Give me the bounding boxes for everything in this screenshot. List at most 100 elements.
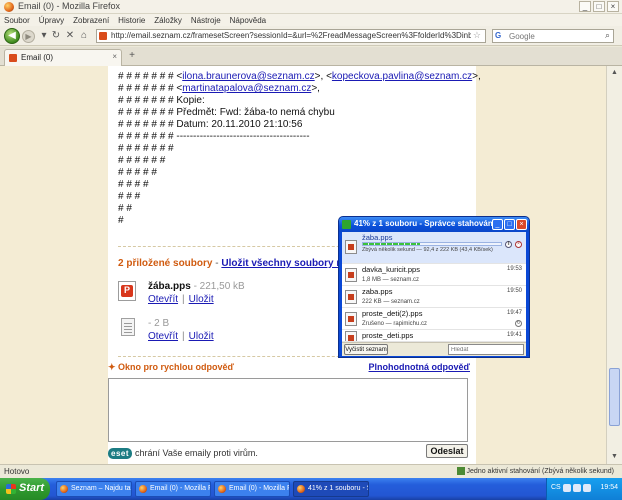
email-link-braunerova[interactable]: ilona.braunerova@seznam.cz	[182, 71, 314, 82]
scroll-down-icon[interactable]: ▼	[609, 451, 620, 462]
bookmark-star-icon[interactable]: ☆	[473, 30, 481, 41]
download-icon	[456, 467, 465, 475]
message-line: # # # # # #	[118, 155, 166, 166]
download-manager-footer: Vyčistit seznam	[342, 342, 526, 356]
menu-tools[interactable]: Nástroje	[191, 16, 221, 25]
tray-icon[interactable]	[563, 484, 571, 492]
text-file-icon	[121, 318, 135, 336]
new-tab-icon[interactable]: +	[126, 50, 138, 64]
download-manager-titlebar[interactable]: 41% z 1 souboru - Správce stahování _ □ …	[339, 217, 529, 232]
download-item[interactable]: proste_deti.pps 19:41	[342, 330, 526, 342]
full-reply-link[interactable]: Plnohodnotná odpověď	[369, 362, 470, 372]
minimize-button[interactable]: _	[579, 1, 591, 12]
taskbar-item[interactable]: Email (0) - Mozilla Fire...	[135, 481, 211, 497]
message-line: # # # # # # # Datum: 20.11.2010 21:10:56	[118, 119, 303, 130]
seznam-favicon	[9, 54, 17, 62]
tab-label: Email (0)	[21, 53, 54, 62]
retry-icon[interactable]: ↻	[515, 320, 522, 327]
email-link-tapalova[interactable]: martinatapalova@seznam.cz	[182, 83, 311, 94]
menu-help[interactable]: Nápověda	[230, 16, 266, 25]
pause-icon[interactable]: ‖	[505, 241, 512, 248]
firefox-window: Email (0) - Mozilla Firefox _ □ × Soubor…	[0, 0, 622, 500]
back-button[interactable]: ◀	[4, 28, 20, 44]
dl-close-button[interactable]: ×	[516, 219, 527, 230]
search-icon[interactable]: ⌕	[605, 30, 610, 41]
pps-file-icon	[345, 312, 357, 326]
cancel-icon[interactable]: ×	[515, 241, 522, 248]
save-attachment-link[interactable]: Uložit	[189, 331, 214, 342]
clock: 19:54	[600, 484, 618, 491]
search-bar[interactable]: G ⌕	[492, 29, 614, 43]
reload-icon[interactable]: ↻	[50, 30, 62, 42]
open-attachment-link[interactable]: Otevřít	[148, 294, 178, 305]
menu-history[interactable]: Historie	[118, 16, 145, 25]
dropdown-arrow-icon[interactable]: ▾	[38, 30, 50, 42]
tray-icon[interactable]	[573, 484, 581, 492]
open-attachment-link[interactable]: Otevřít	[148, 331, 178, 342]
taskbar-item[interactable]: Email (0) - Mozilla Fire...	[214, 481, 290, 497]
taskbar-item[interactable]: Seznam – Najdu tam...	[56, 481, 132, 497]
stop-icon[interactable]: ✕	[64, 30, 76, 42]
message-line: # # #	[118, 191, 141, 202]
message-line: # # # # # # # Předmět: Fwd: žába-to nemá…	[118, 107, 335, 118]
download-manager-window: 41% z 1 souboru - Správce stahování _ □ …	[338, 216, 530, 358]
close-tab-icon[interactable]: ×	[112, 52, 117, 61]
dl-minimize-button[interactable]: _	[492, 219, 503, 230]
taskbar-item-active[interactable]: 41% z 1 souboru - Sp...	[293, 481, 369, 497]
menu-edit[interactable]: Úpravy	[39, 16, 64, 25]
attachment-name: - 2 B	[148, 318, 170, 329]
navigation-toolbar: ◀ ▶ ▾ ↻ ✕ ⌂ http://email.seznam.cz/frame…	[0, 26, 622, 46]
scroll-up-icon[interactable]: ▲	[609, 67, 620, 78]
menu-bookmarks[interactable]: Záložky	[154, 16, 182, 25]
forward-button[interactable]: ▶	[22, 30, 35, 43]
download-manager-icon	[342, 220, 351, 229]
attachment-actions: Otevřít | Uložit	[148, 331, 214, 342]
download-manager-title: 41% z 1 souboru - Správce stahování	[354, 219, 495, 228]
send-button[interactable]: Odeslat	[426, 444, 468, 458]
pps-file-icon	[345, 331, 357, 341]
url-text[interactable]: http://email.seznam.cz/framesetScreen?se…	[111, 31, 471, 40]
start-button[interactable]: Start	[0, 478, 50, 500]
message-line: # #	[118, 203, 132, 214]
dl-maximize-button[interactable]: □	[504, 219, 515, 230]
home-icon[interactable]: ⌂	[78, 30, 90, 42]
pps-file-icon	[345, 290, 357, 304]
tray-icon[interactable]	[583, 484, 591, 492]
windows-logo-icon	[6, 484, 16, 494]
status-text: Hotovo	[4, 467, 30, 476]
email-link-kopeckova[interactable]: kopeckova.pavlina@seznam.cz	[332, 71, 472, 82]
attachment-actions: Otevřít | Uložit	[148, 294, 214, 305]
page-scrollbar[interactable]: ▲ ▼	[606, 66, 622, 464]
download-search-input[interactable]	[448, 344, 524, 355]
save-attachment-link[interactable]: Uložit	[189, 294, 214, 305]
eset-logo: eset	[108, 447, 133, 459]
maximize-button[interactable]: □	[593, 1, 605, 12]
scroll-thumb[interactable]	[609, 368, 620, 426]
pps-file-icon	[345, 268, 357, 282]
quick-reply-header: ✦ Okno pro rychlou odpověď Plnohodnotná …	[108, 362, 476, 376]
language-indicator[interactable]: CS	[551, 484, 561, 491]
google-icon[interactable]: G	[495, 31, 501, 40]
menu-file[interactable]: Soubor	[4, 16, 30, 25]
close-window-button[interactable]: ×	[607, 1, 619, 12]
url-bar[interactable]: http://email.seznam.cz/framesetScreen?se…	[96, 29, 486, 43]
download-item[interactable]: proste_deti(2).pps Zrušeno — rapimichu.c…	[342, 308, 526, 330]
download-item-active[interactable]: žaba.pps ‖ × Zbývá několik sekund — 92,4…	[342, 232, 526, 264]
tab-email[interactable]: Email (0) ×	[4, 49, 122, 66]
download-item[interactable]: davka_kuricit.pps 1,8 MB — seznam.cz 19:…	[342, 264, 526, 286]
clear-list-button[interactable]: Vyčistit seznam	[344, 344, 388, 355]
title-bar: Email (0) - Mozilla Firefox _ □ ×	[0, 0, 622, 14]
download-item[interactable]: zaba.pps 222 KB — seznam.cz 19:50	[342, 286, 526, 308]
search-input[interactable]	[509, 31, 599, 41]
message-line: # # # # # # # --------------------------…	[118, 131, 310, 142]
menu-view[interactable]: Zobrazení	[73, 16, 109, 25]
download-status[interactable]: Jedno aktivní stahování (Zbývá několik s…	[456, 467, 614, 475]
firefox-icon	[4, 2, 14, 12]
message-line: # # # #	[118, 179, 149, 190]
eset-notice: eset chrání Vaše emaily proti virům.	[108, 447, 258, 459]
system-tray: CS 19:54	[546, 478, 622, 500]
menu-bar: Soubor Úpravy Zobrazení Historie Záložky…	[0, 14, 622, 26]
attachment-name: žába.pps - 221,50 kB	[148, 281, 245, 292]
quick-reply-textarea[interactable]	[108, 378, 468, 442]
powerpoint-file-icon	[118, 281, 136, 301]
